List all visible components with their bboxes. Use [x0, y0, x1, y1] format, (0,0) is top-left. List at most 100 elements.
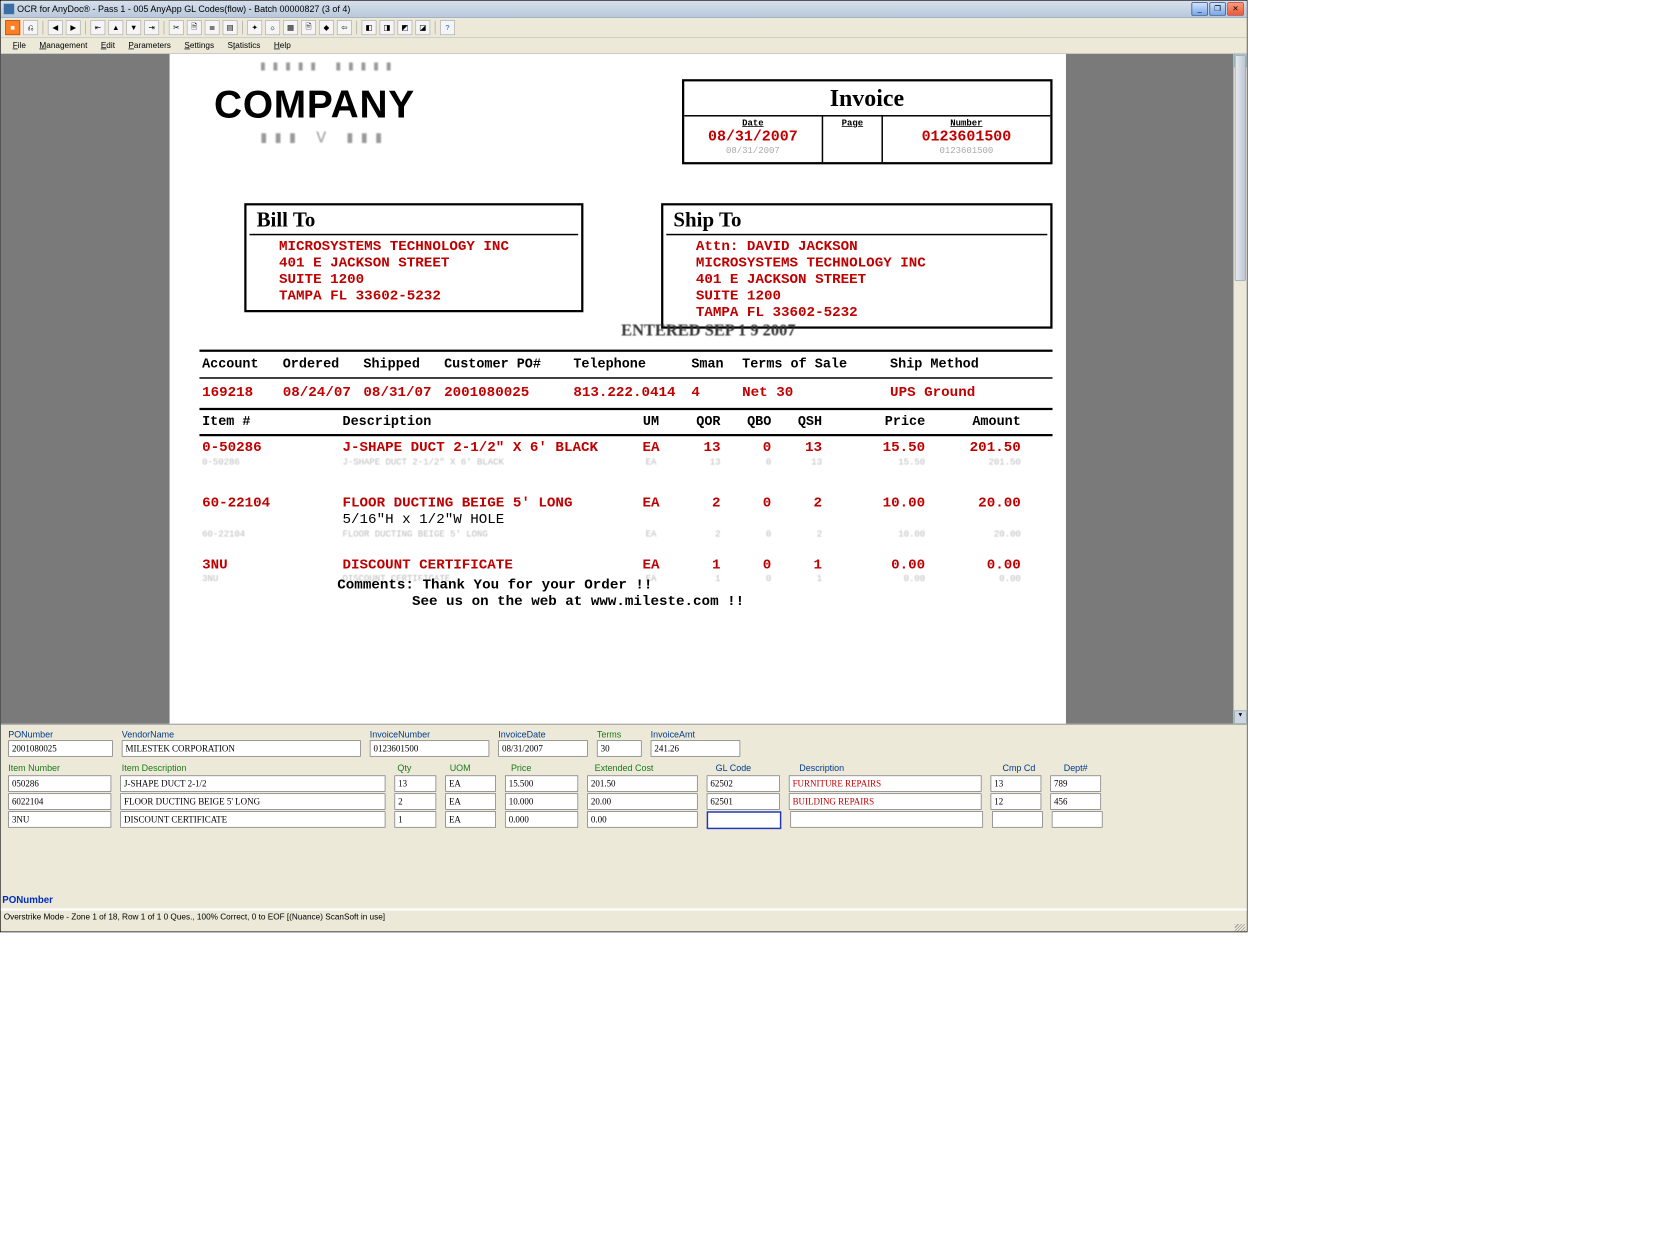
invoice-item-row: 0-50286 J-SHAPE DUCT 2-1/2" X 6' BLACK E…	[199, 439, 1052, 455]
invoice-title: Invoice	[684, 81, 1050, 115]
ship-to-line: TAMPA FL 33602-5232	[673, 304, 1039, 320]
invoiceamt-input[interactable]	[651, 740, 741, 756]
ponumber-input[interactable]	[8, 740, 113, 756]
menu-settings[interactable]: Settings	[178, 40, 220, 52]
menu-file[interactable]: File	[7, 40, 32, 52]
list-icon[interactable]: ≣	[205, 20, 220, 35]
menu-help[interactable]: Help	[268, 40, 297, 52]
qty-input[interactable]	[394, 793, 436, 809]
vertical-scrollbar[interactable]: ▲ ▼	[1233, 54, 1246, 724]
cmpcd-input[interactable]	[991, 775, 1042, 791]
document-viewport: ▮▮▮▮▮ ▮▮▮▮▮ COMPANY ▮▮▮ V ▮▮▮ Invoice Da…	[1, 54, 1247, 724]
price-input[interactable]	[505, 811, 578, 827]
menu-statistics[interactable]: Statistics	[222, 40, 267, 52]
ship-to-line: Attn: DAVID JACKSON	[673, 238, 1039, 254]
focus-field-label: PONumber	[2, 894, 53, 905]
last-icon[interactable]: ⇥	[144, 20, 159, 35]
doc-icon[interactable]: 🗎	[187, 20, 202, 35]
tool-icon[interactable]: ▦	[283, 20, 298, 35]
glcode-input[interactable]	[707, 793, 780, 809]
grid-icon[interactable]: ▤	[223, 20, 238, 35]
down-icon[interactable]: ▼	[126, 20, 141, 35]
invoicedate-label: InvoiceDate	[498, 729, 588, 739]
toolbar-button-2[interactable]: ⎌	[23, 20, 38, 35]
menu-management[interactable]: Management	[33, 40, 93, 52]
uom-input[interactable]	[445, 811, 496, 827]
gldesc-label: Description	[799, 763, 993, 773]
cut-icon[interactable]: ✂	[169, 20, 184, 35]
tool-icon[interactable]: ◨	[379, 20, 394, 35]
itemdesc-input[interactable]	[120, 793, 385, 809]
tool-icon[interactable]: ☼	[265, 20, 280, 35]
tool-icon[interactable]: ◪	[415, 20, 430, 35]
scroll-thumb[interactable]	[1235, 55, 1246, 281]
itemnumber-input[interactable]	[8, 793, 111, 809]
first-icon[interactable]: ⇤	[90, 20, 105, 35]
close-button[interactable]: ✕	[1227, 2, 1243, 15]
tool-icon[interactable]: ⇦	[337, 20, 352, 35]
menu-edit[interactable]: Edit	[95, 40, 121, 52]
toolbar-sep	[164, 21, 165, 34]
price-label: Price	[511, 763, 586, 773]
itemnumber-input[interactable]	[8, 811, 111, 827]
menu-parameters[interactable]: Parameters	[122, 40, 176, 52]
account-header-row: Account Ordered Shipped Customer PO# Tel…	[199, 350, 1052, 379]
minimize-button[interactable]: _	[1191, 2, 1207, 15]
invoicenumber-input[interactable]	[370, 740, 490, 756]
gldesc-input[interactable]	[789, 775, 982, 791]
grid-row	[8, 811, 1239, 829]
tool-icon[interactable]: ◆	[319, 20, 334, 35]
help-icon[interactable]: ?	[440, 20, 455, 35]
next-icon[interactable]: ▶	[66, 20, 81, 35]
invoice-date: 08/31/2007	[684, 128, 822, 145]
itemnumber-input[interactable]	[8, 775, 111, 791]
invoicedate-input[interactable]	[498, 740, 588, 756]
dept-input[interactable]	[1050, 793, 1101, 809]
ship-to-header: Ship To	[666, 208, 1047, 235]
title-bar: OCR for AnyDoc® - Pass 1 - 005 AnyApp GL…	[1, 1, 1247, 18]
extcost-input[interactable]	[587, 775, 698, 791]
gldesc-input[interactable]	[789, 793, 982, 809]
glcode-input[interactable]	[707, 775, 780, 791]
qty-input[interactable]	[394, 775, 436, 791]
price-input[interactable]	[505, 793, 578, 809]
prev-icon[interactable]: ◀	[48, 20, 63, 35]
tool-icon[interactable]: 🗎	[301, 20, 316, 35]
gldesc-input[interactable]	[790, 811, 983, 827]
toolbar: ■ ⎌ ◀ ▶ ⇤ ▲ ▼ ⇥ ✂ 🗎 ≣ ▤ ✦ ☼ ▦ 🗎 ◆ ⇦ ◧ ◨ …	[1, 18, 1247, 38]
data-entry-panel: PONumber VendorName InvoiceNumber Invoic…	[1, 724, 1247, 910]
dept-input[interactable]	[1050, 775, 1101, 791]
app-window: OCR for AnyDoc® - Pass 1 - 005 AnyApp GL…	[0, 0, 1247, 932]
qty-input[interactable]	[394, 811, 436, 827]
itemdesc-input[interactable]	[120, 811, 385, 827]
toolbar-button-1[interactable]: ■	[5, 20, 20, 35]
status-bar: Overstrike Mode - Zone 1 of 18, Row 1 of…	[1, 910, 1247, 924]
maximize-button[interactable]: ❐	[1209, 2, 1225, 15]
grid-row	[8, 775, 1239, 791]
invoiceamt-label: InvoiceAmt	[651, 729, 741, 739]
smudge-text: ▮▮▮ V ▮▮▮	[259, 128, 388, 147]
invoicenumber-label: InvoiceNumber	[370, 729, 490, 739]
price-input[interactable]	[505, 775, 578, 791]
ship-to-line: 401 E JACKSON STREET	[673, 271, 1039, 287]
cmpcd-input[interactable]	[992, 811, 1043, 827]
terms-input[interactable]	[597, 740, 642, 756]
extcost-input[interactable]	[587, 793, 698, 809]
uom-input[interactable]	[445, 793, 496, 809]
extcost-input[interactable]	[587, 811, 698, 827]
tool-icon[interactable]: ◧	[362, 20, 377, 35]
bill-to-line: TAMPA FL 33602-5232	[257, 288, 571, 304]
glcode-input[interactable]	[707, 811, 782, 829]
cmpcd-input[interactable]	[991, 793, 1042, 809]
tool-icon[interactable]: ◩	[397, 20, 412, 35]
resize-grip[interactable]	[1, 924, 1247, 931]
scroll-down-icon[interactable]: ▼	[1234, 710, 1247, 723]
uom-input[interactable]	[445, 775, 496, 791]
up-icon[interactable]: ▲	[108, 20, 123, 35]
menu-bar: File Management Edit Parameters Settings…	[1, 38, 1247, 54]
tool-icon[interactable]: ✦	[247, 20, 262, 35]
itemdesc-input[interactable]	[120, 775, 385, 791]
invoice-header-box: Invoice Date 08/31/2007 08/31/2007 Page	[682, 79, 1053, 164]
dept-input[interactable]	[1052, 811, 1103, 827]
vendorname-input[interactable]	[122, 740, 361, 756]
